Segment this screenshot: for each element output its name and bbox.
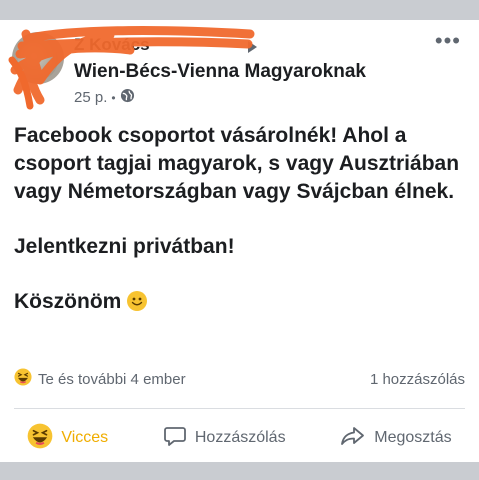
haha-reaction-icon [14,368,32,390]
comment-count[interactable]: 1 hozzászólás [370,371,465,388]
share-button[interactable]: Megosztás [340,425,452,452]
comment-label: Hozzászólás [194,429,286,446]
divider [14,408,465,409]
smile-emoji-icon [127,291,148,311]
post-time[interactable]: 25 p. [74,88,107,108]
reaction-summary-text: Te és további 4 ember [38,370,186,388]
post-body: Facebook csoportot vásárolnék! Ahol a cs… [14,122,469,316]
post-paragraph: Jelentkezni privátban! [14,235,235,258]
post-card: Z Kovács Wien-Bécs-Vienna Magyaroknak 25… [0,20,479,462]
reaction-summary[interactable]: Te és további 4 ember [14,368,186,390]
share-icon [340,425,366,452]
group-name[interactable]: Wien-Bécs-Vienna Magyaroknak [74,60,366,84]
post-meta: 25 p. • [74,88,135,108]
haha-button[interactable]: Vicces [27,423,108,454]
post-paragraph-thanks: Köszönöm [14,288,469,316]
post-paragraph: Köszönöm [14,290,122,313]
action-bar: Vicces Hozzászólás Megosztás [0,420,479,456]
globe-icon [120,88,135,109]
haha-icon [27,423,53,454]
haha-label: Vicces [61,429,109,446]
comment-button[interactable]: Hozzászólás [163,425,286,452]
arrow-right-icon [248,41,257,53]
author-name[interactable]: Z Kovács [74,34,150,56]
share-label: Megosztás [374,429,452,446]
post-paragraph: Facebook csoportot vásárolnék! Ahol a cs… [14,124,460,203]
more-options-icon[interactable]: ••• [435,30,461,52]
meta-separator: • [111,91,116,105]
reactions-bar: Te és további 4 ember 1 hozzászólás [14,366,465,392]
avatar[interactable] [12,32,64,84]
comment-icon [163,425,187,452]
